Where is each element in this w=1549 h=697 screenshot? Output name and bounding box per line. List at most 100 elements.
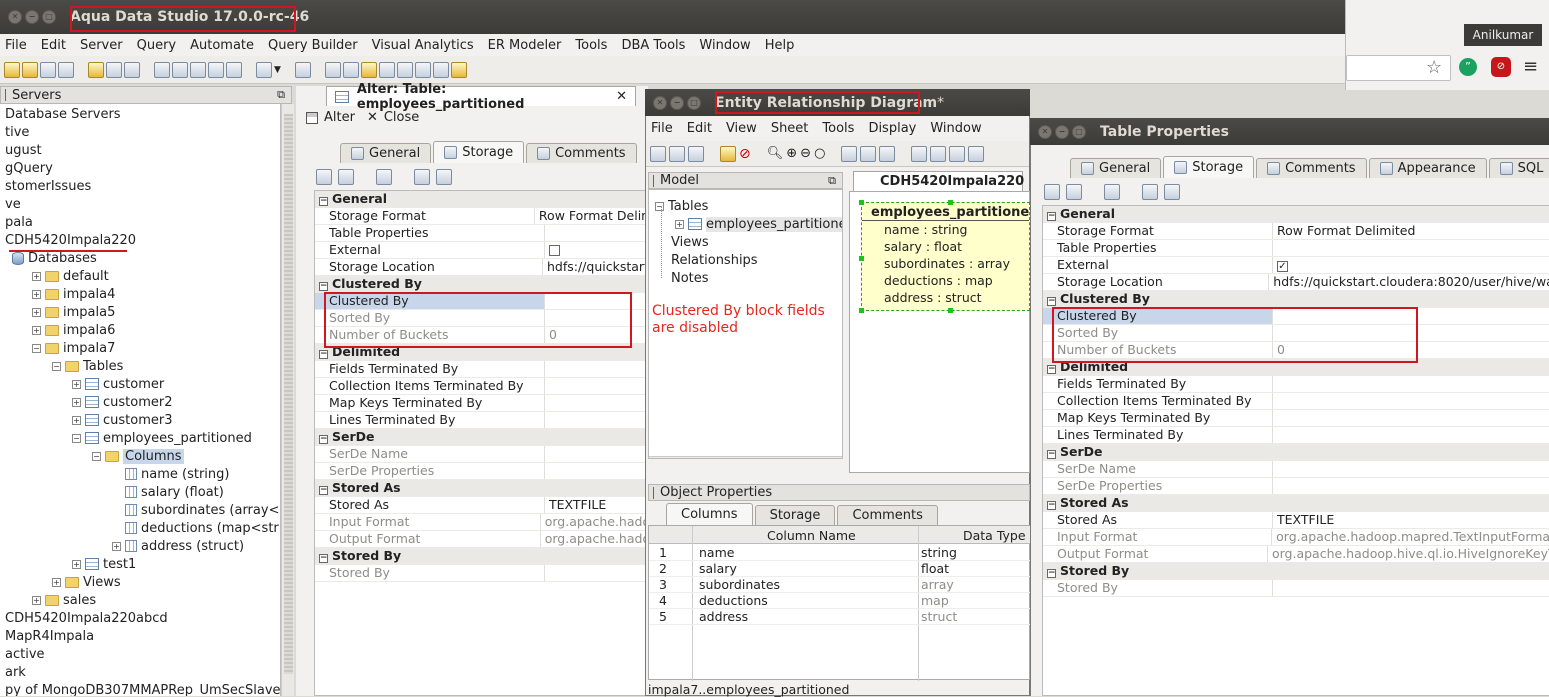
property-value[interactable]	[1273, 376, 1277, 392]
user-badge[interactable]: Anilkumar	[1464, 24, 1542, 46]
erd-menu-sheet[interactable]: Sheet	[771, 121, 809, 136]
server-tree-item[interactable]: tive	[5, 123, 29, 141]
sort-az-icon[interactable]	[338, 169, 354, 185]
erd-stop-icon[interactable]: ⊘	[739, 146, 751, 162]
server-tree-item[interactable]: salary (float)	[112, 483, 224, 501]
property-value[interactable]: hdfs://quickstart	[543, 259, 648, 275]
property-section[interactable]: − Clustered By	[1043, 291, 1549, 308]
chart-icon[interactable]	[360, 61, 377, 78]
register-server-icon[interactable]	[22, 61, 38, 78]
expand-icon[interactable]: +	[72, 559, 81, 569]
server-tree-item[interactable]: pala	[5, 213, 33, 231]
expand-icon[interactable]: +	[52, 577, 61, 587]
alter-button[interactable]: Alter	[324, 110, 355, 125]
tab-storage[interactable]: Storage	[433, 141, 525, 163]
collapse-icon[interactable]: −	[1047, 297, 1056, 306]
expand-icon[interactable]: +	[32, 307, 41, 317]
menu-query-builder[interactable]: Query Builder	[268, 38, 358, 53]
server-tree-item[interactable]: − impala7	[32, 339, 115, 357]
description-icon[interactable]	[376, 169, 392, 185]
tab-general[interactable]: General	[340, 143, 432, 163]
property-value[interactable]	[1273, 240, 1277, 256]
zoom-in-icon[interactable]: ⊕	[786, 146, 797, 161]
property-row[interactable]: External ✓	[1043, 257, 1549, 274]
grid-row[interactable]: 1 name string	[649, 545, 1031, 561]
property-value[interactable]	[1273, 427, 1277, 443]
tp-tab-appearance[interactable]: Appearance	[1368, 158, 1487, 178]
server-tree-item[interactable]: ve	[5, 195, 21, 213]
property-row[interactable]: Map Keys Terminated By	[315, 395, 648, 412]
expand-all-icon[interactable]	[414, 169, 430, 185]
property-row[interactable]: Map Keys Terminated By	[1043, 410, 1549, 427]
server-tree-item[interactable]: ugust	[5, 141, 42, 159]
expand-icon[interactable]: +	[32, 325, 41, 335]
model-hscrollbar[interactable]: ◀ ▶	[649, 456, 842, 458]
property-row[interactable]: Table Properties	[315, 225, 648, 242]
server-tree-item[interactable]: stomerIssues	[5, 177, 91, 195]
menu-edit[interactable]: Edit	[41, 38, 66, 53]
model-views-node[interactable]: Views	[671, 233, 709, 251]
server-tree-item[interactable]: Database Servers	[5, 105, 121, 123]
menu-file[interactable]: File	[5, 38, 27, 53]
collapse-icon[interactable]: −	[1047, 501, 1056, 510]
layout-icon[interactable]	[414, 61, 431, 78]
server-tree-item[interactable]: + address (struct)	[112, 537, 244, 555]
edit-icon[interactable]	[88, 61, 104, 78]
save-icon[interactable]	[306, 111, 318, 124]
property-value[interactable]	[545, 412, 549, 428]
connect-icon[interactable]	[58, 61, 74, 78]
erd-maximize-icon[interactable]: □	[687, 95, 701, 110]
grid-row[interactable]: 3 subordinates array	[649, 577, 1031, 593]
keys-view-icon[interactable]	[879, 145, 896, 162]
expand-icon[interactable]: +	[72, 379, 81, 389]
property-value[interactable]: TEXTFILE	[545, 497, 606, 513]
maximize-icon[interactable]: □	[42, 10, 56, 24]
tp-tab-storage[interactable]: Storage	[1163, 156, 1255, 178]
layout-grid-icon[interactable]	[968, 145, 985, 162]
script-icon[interactable]	[256, 61, 272, 78]
erd-menu-edit[interactable]: Edit	[687, 121, 712, 136]
schema-icon[interactable]	[208, 61, 224, 78]
zoom-reset-icon[interactable]: ○	[814, 146, 825, 161]
server-tree-item[interactable]: CDH5420Impala220	[5, 231, 136, 249]
selection-handle[interactable]	[948, 308, 953, 313]
erd-menu-view[interactable]: View	[726, 121, 757, 136]
server-tree-item[interactable]: + impala5	[32, 303, 115, 321]
server-tree-item[interactable]: + test1	[72, 555, 136, 573]
query-icon[interactable]	[154, 61, 170, 78]
sort-az-icon[interactable]	[1066, 183, 1082, 200]
server-tree-item[interactable]: deductions (map<string	[112, 519, 280, 537]
tp-maximize-icon[interactable]: □	[1072, 124, 1086, 139]
form-icon[interactable]	[342, 61, 359, 78]
property-section[interactable]: − General	[1043, 206, 1549, 223]
server-tree-item[interactable]: ark	[5, 663, 26, 681]
new-server-icon[interactable]	[4, 61, 20, 78]
categorized-icon[interactable]	[316, 169, 332, 185]
scrollbar-thumb[interactable]	[284, 114, 293, 674]
grid-row[interactable]: 5 address struct	[649, 609, 1031, 625]
model-tree[interactable]: − Tables + employees_partitioned Views Rel…	[648, 189, 843, 459]
external-checkbox[interactable]: ✓	[1277, 261, 1288, 272]
erd-print-icon[interactable]	[669, 145, 685, 162]
property-section[interactable]: − Stored By	[1043, 563, 1549, 580]
property-value[interactable]	[545, 361, 549, 377]
close-icon[interactable]: ✕	[8, 10, 22, 24]
server-tree-item[interactable]: − Columns	[92, 447, 184, 465]
grid-header-type[interactable]: Data Type	[963, 528, 1026, 543]
grid-row[interactable]: 2 salary float	[649, 561, 1031, 577]
tp-properties-table[interactable]: − General Storage Format Row Format Delimit…	[1042, 205, 1549, 696]
property-row[interactable]: Fields Terminated By	[315, 361, 648, 378]
menu-tools[interactable]: Tools	[575, 38, 607, 53]
ublock-icon[interactable]: ⊘	[1491, 57, 1511, 77]
collapse-icon[interactable]: −	[319, 350, 328, 359]
menu-help[interactable]: Help	[765, 38, 795, 53]
grid-row[interactable]: 4 deductions map	[649, 593, 1031, 609]
grid-header-name[interactable]: Column Name	[767, 528, 856, 543]
property-row[interactable]: External	[315, 242, 648, 259]
restore-panel-icon[interactable]: ⧉	[277, 88, 285, 102]
menu-server[interactable]: Server	[80, 38, 123, 53]
tp-tab-comments[interactable]: Comments	[1256, 158, 1367, 178]
property-value[interactable]: ✓	[1273, 257, 1288, 273]
servers-tree-scrollbar[interactable]	[281, 104, 294, 696]
servers-tree[interactable]: Database Servers tive ugust gQuery stomerIss…	[0, 104, 281, 696]
